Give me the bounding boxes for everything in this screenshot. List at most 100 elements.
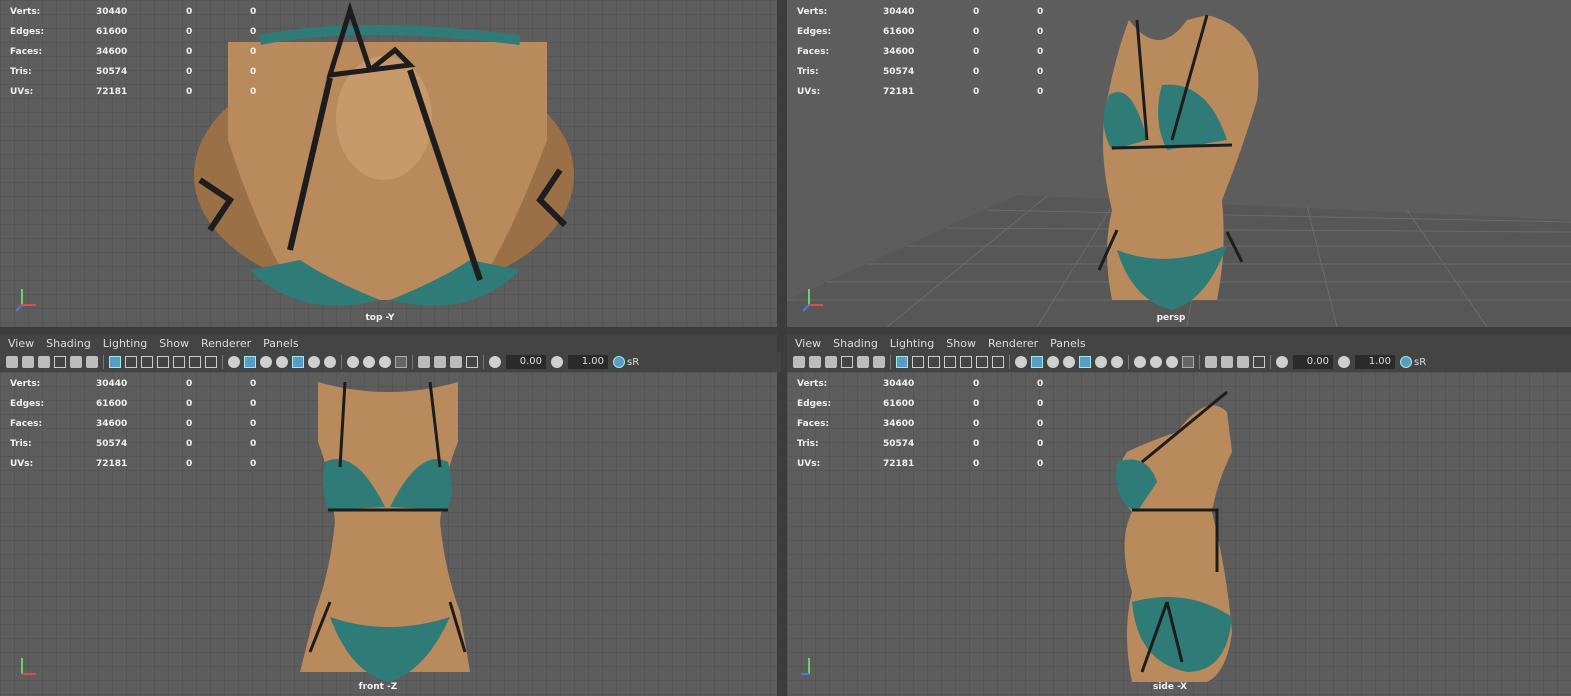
exposure-icon[interactable] [489, 356, 501, 368]
viewport-side[interactable]: Verts: 30440 0 0 Edges: 61600 0 0 Faces: 34600 0… [787, 372, 1571, 696]
viewport-front[interactable]: Verts: 30440 0 0 Edges: 61600 0 0 Faces: 34600 0… [0, 372, 777, 696]
menu-panels[interactable]: Panels [1050, 337, 1085, 350]
default-lighting-icon[interactable] [260, 356, 272, 368]
exposure-field[interactable]: 0.00 [1293, 355, 1333, 369]
camera-attributes-icon[interactable] [809, 356, 821, 368]
menu-shading[interactable]: Shading [833, 337, 878, 350]
gamma-field[interactable]: 1.00 [568, 355, 608, 369]
wireframe-icon[interactable] [228, 356, 240, 368]
menu-lighting[interactable]: Lighting [890, 337, 934, 350]
wireframe-icon[interactable] [1015, 356, 1027, 368]
smooth-shade-icon[interactable] [244, 356, 256, 368]
gate-mask-icon[interactable] [944, 356, 956, 368]
color-management-icon[interactable] [613, 356, 625, 368]
pane-divider-vertical[interactable] [777, 0, 787, 696]
image-plane-icon[interactable] [841, 356, 853, 368]
xray-icon[interactable] [434, 356, 446, 368]
textured-icon[interactable] [292, 356, 304, 368]
panel-menubar: View Shading Lighting Show Renderer Pane… [787, 334, 1571, 352]
bookmark-icon[interactable] [38, 356, 50, 368]
hud-row-faces: Faces: 34600 0 0 [797, 47, 1044, 57]
gamma-icon[interactable] [551, 356, 563, 368]
safe-title-icon[interactable] [992, 356, 1004, 368]
gate-mask-icon[interactable] [157, 356, 169, 368]
two-d-pan-icon[interactable] [857, 356, 869, 368]
screen-space-ao-icon[interactable] [1134, 356, 1146, 368]
anti-aliasing-icon[interactable] [1166, 356, 1178, 368]
resolution-gate-icon[interactable] [141, 356, 153, 368]
menu-show[interactable]: Show [159, 337, 189, 350]
color-space-label[interactable]: sR [627, 357, 639, 368]
grease-pencil-icon[interactable] [873, 356, 885, 368]
motion-blur-icon[interactable] [363, 356, 375, 368]
motion-blur-icon[interactable] [1150, 356, 1162, 368]
menu-view[interactable]: View [795, 337, 821, 350]
shadows-icon[interactable] [324, 356, 336, 368]
camera-select-icon[interactable] [6, 356, 18, 368]
panel-toolbar: 0.00 1.00 sR [787, 352, 1571, 372]
default-lighting-icon[interactable] [1047, 356, 1059, 368]
bookmark-icon[interactable] [825, 356, 837, 368]
xray-joints-icon[interactable] [1237, 356, 1249, 368]
exposure-icon[interactable] [1276, 356, 1288, 368]
toolbar-separator [483, 355, 484, 369]
textured-icon[interactable] [1079, 356, 1091, 368]
depth-of-field-icon[interactable] [1182, 356, 1194, 368]
screen-space-ao-icon[interactable] [347, 356, 359, 368]
film-gate-icon[interactable] [912, 356, 924, 368]
exposure-field[interactable]: 0.00 [506, 355, 546, 369]
viewport-top[interactable]: Verts: 30440 0 0 Edges: 61600 0 0 Faces: 34600 0… [0, 0, 777, 327]
gamma-icon[interactable] [1338, 356, 1350, 368]
camera-select-icon[interactable] [793, 356, 805, 368]
toolbar-separator [1270, 355, 1271, 369]
field-chart-icon[interactable] [173, 356, 185, 368]
menu-view[interactable]: View [8, 337, 34, 350]
grid-toggle-icon[interactable] [896, 356, 908, 368]
hud-row-tris: Tris: 50574 0 0 [10, 439, 257, 449]
wireframe-on-shaded-icon[interactable] [276, 356, 288, 368]
wireframe-on-shaded-icon[interactable] [1063, 356, 1075, 368]
color-space-label[interactable]: sR [1414, 357, 1426, 368]
color-management-icon[interactable] [1400, 356, 1412, 368]
camera-attributes-icon[interactable] [22, 356, 34, 368]
camera-label: front -Z [358, 682, 398, 692]
menu-renderer[interactable]: Renderer [201, 337, 251, 350]
two-d-pan-icon[interactable] [70, 356, 82, 368]
menu-shading[interactable]: Shading [46, 337, 91, 350]
gamma-field[interactable]: 1.00 [1355, 355, 1395, 369]
safe-action-icon[interactable] [189, 356, 201, 368]
viewport-persp[interactable]: Verts: 30440 0 0 Edges: 61600 0 0 Faces: 34600 0… [787, 0, 1571, 327]
pane-divider-horizontal[interactable] [0, 327, 1571, 334]
backface-culling-icon[interactable] [1253, 356, 1265, 368]
camera-label: side -X [1152, 682, 1188, 692]
anti-aliasing-icon[interactable] [379, 356, 391, 368]
use-lights-icon[interactable] [308, 356, 320, 368]
toolbar-separator [890, 355, 891, 369]
image-plane-icon[interactable] [54, 356, 66, 368]
menu-panels[interactable]: Panels [263, 337, 298, 350]
isolate-select-icon[interactable] [418, 356, 430, 368]
grease-pencil-icon[interactable] [86, 356, 98, 368]
shadows-icon[interactable] [1111, 356, 1123, 368]
toolbar-separator [412, 355, 413, 369]
grid-toggle-icon[interactable] [109, 356, 121, 368]
panel-toolbar: 0.00 1.00 sR [0, 352, 781, 372]
safe-action-icon[interactable] [976, 356, 988, 368]
axis-gizmo-icon [15, 289, 36, 312]
xray-icon[interactable] [1221, 356, 1233, 368]
toolbar-separator [222, 355, 223, 369]
menu-lighting[interactable]: Lighting [103, 337, 147, 350]
isolate-select-icon[interactable] [1205, 356, 1217, 368]
backface-culling-icon[interactable] [466, 356, 478, 368]
smooth-shade-icon[interactable] [1031, 356, 1043, 368]
hud-stats: Verts: 30440 0 0 Edges: 61600 0 0 Faces: 34600 0… [797, 2, 1077, 102]
xray-joints-icon[interactable] [450, 356, 462, 368]
use-lights-icon[interactable] [1095, 356, 1107, 368]
film-gate-icon[interactable] [125, 356, 137, 368]
menu-show[interactable]: Show [946, 337, 976, 350]
menu-renderer[interactable]: Renderer [988, 337, 1038, 350]
depth-of-field-icon[interactable] [395, 356, 407, 368]
field-chart-icon[interactable] [960, 356, 972, 368]
safe-title-icon[interactable] [205, 356, 217, 368]
resolution-gate-icon[interactable] [928, 356, 940, 368]
